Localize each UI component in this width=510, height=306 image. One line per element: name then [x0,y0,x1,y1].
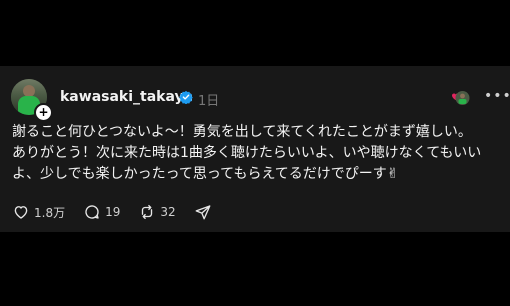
username[interactable]: kawasaki_takaya [60,89,193,105]
share-button[interactable] [194,203,212,221]
reply-button[interactable]: 19 [83,203,120,221]
reply-count: 19 [105,205,121,219]
heart-icon [14,206,28,219]
post-card[interactable]: + kawasaki_takaya 1日 ••• 謝ること何ひとつないよ〜！勇気… [0,66,510,232]
follow-plus-button[interactable]: + [34,103,53,122]
speech-bubble-icon [85,205,99,219]
post-timestamp[interactable]: 1日 [198,90,219,109]
more-options-button[interactable]: ••• [484,88,510,104]
like-button[interactable]: 1.8万 [12,203,65,221]
post-text: 謝ること何ひとつないよ〜！勇気を出して来てくれたことがまず嬉しい。 ありがとう！… [12,124,482,182]
send-icon [195,205,211,220]
like-count: 1.8万 [34,205,66,220]
action-bar: 1.8万 19 32 [12,202,230,222]
avatar[interactable]: + [11,79,53,122]
repost-count: 32 [160,205,176,219]
repost-icon [142,204,153,220]
verified-badge-icon [179,90,193,104]
reaction-avatar-icon [452,91,470,105]
repost-button[interactable]: 32 [138,203,176,221]
